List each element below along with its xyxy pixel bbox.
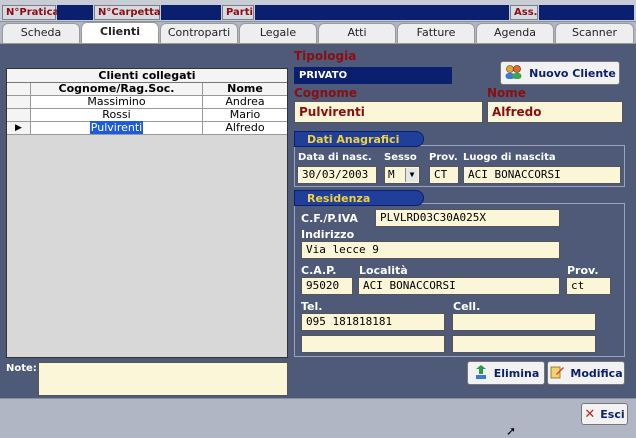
elimina-label: Elimina <box>493 366 540 380</box>
cf-label: C.F./P.IVA <box>301 212 358 225</box>
modifica-button[interactable]: Modifica <box>547 361 625 385</box>
table-row-selected[interactable]: ▶ Pulvirenti Alfredo <box>7 121 287 135</box>
tab-legale[interactable]: Legale <box>239 23 317 43</box>
tel-field[interactable]: 095 181818181 <box>301 313 445 331</box>
pratica-value <box>57 5 93 20</box>
chevron-down-icon[interactable]: ▼ <box>405 168 418 182</box>
cap-field[interactable]: 95020 <box>301 277 353 295</box>
cell-label: Cell. <box>453 300 481 313</box>
parti-label: Parti <box>222 5 254 20</box>
note-label: Note: <box>6 363 37 374</box>
header-bar: N°Pratica N°Carpetta Parti Ass. <box>0 0 636 22</box>
esci-label: Esci <box>600 407 625 421</box>
localita-field[interactable]: ACI BONACCORSI <box>358 277 560 295</box>
cell-field[interactable] <box>452 313 596 331</box>
luogo-nascita-field[interactable]: ACI BONACCORSI <box>463 166 621 184</box>
prov-nascita-label: Prov. <box>429 152 458 163</box>
table-caption: Clienti collegati <box>7 69 287 83</box>
tab-agenda[interactable]: Agenda <box>476 23 554 43</box>
column-header-nome[interactable]: Nome <box>203 83 287 95</box>
nuovo-cliente-button[interactable]: Nuovo Cliente <box>500 61 620 85</box>
pratica-label: N°Pratica <box>2 5 59 20</box>
note-textarea[interactable] <box>38 362 288 396</box>
tab-scanner[interactable]: Scanner <box>555 23 634 43</box>
tab-bar: Scheda Clienti Controparti Legale Atti F… <box>0 22 636 44</box>
data-nasc-label: Data di nasc. <box>298 152 372 163</box>
tab-atti[interactable]: Atti <box>318 23 396 43</box>
dati-anagrafici-title: Dati Anagrafici <box>294 131 424 147</box>
cell-nome[interactable]: Andrea <box>203 96 287 108</box>
carpetta-value <box>161 5 221 20</box>
tipologia-label: Tipologia <box>294 49 357 63</box>
column-header-cognome[interactable]: Cognome/Rag.Soc. <box>31 83 203 95</box>
recycle-icon <box>473 364 489 383</box>
ass-value <box>539 5 634 20</box>
parti-value <box>255 5 509 20</box>
footer-bar <box>0 398 636 432</box>
nome-label: Nome <box>487 86 526 100</box>
cell-cognome[interactable]: Pulvirenti <box>31 121 203 134</box>
cell-cognome[interactable]: Rossi <box>31 109 203 121</box>
sesso-label: Sesso <box>384 152 417 163</box>
prov-residenza-field[interactable]: ct <box>566 277 611 295</box>
edit-icon <box>549 364 565 383</box>
row-selector[interactable] <box>7 109 31 121</box>
data-nasc-field[interactable]: 30/03/2003 <box>297 166 377 184</box>
localita-label: Località <box>359 264 408 277</box>
users-icon <box>504 64 524 83</box>
nuovo-cliente-label: Nuovo Cliente <box>529 66 616 80</box>
tipologia-select[interactable]: PRIVATO <box>294 67 452 84</box>
esci-button[interactable]: ✕ Esci <box>581 403 628 425</box>
indirizzo-field[interactable]: Via lecce 9 <box>301 241 560 259</box>
tab-clienti[interactable]: Clienti <box>81 22 159 44</box>
indirizzo-label: Indirizzo <box>301 228 355 241</box>
selected-cell-text[interactable]: Pulvirenti <box>89 121 144 134</box>
clients-table: Clienti collegati Cognome/Rag.Soc. Nome … <box>6 68 288 358</box>
nome-field[interactable]: Alfredo <box>487 101 623 123</box>
tab-scheda[interactable]: Scheda <box>2 23 80 43</box>
tel2-field[interactable] <box>301 335 445 353</box>
modifica-label: Modifica <box>570 366 623 380</box>
cell-cognome[interactable]: Massimino <box>31 96 203 108</box>
tel-label: Tel. <box>301 300 323 313</box>
prov-residenza-label: Prov. <box>567 264 599 277</box>
sesso-select[interactable]: M ▼ <box>384 166 420 184</box>
row-pointer-icon[interactable]: ▶ <box>7 122 31 134</box>
residenza-title: Residenza <box>294 190 424 206</box>
cognome-label: Cognome <box>294 86 358 100</box>
cap-label: C.A.P. <box>301 264 337 277</box>
cell2-field[interactable] <box>452 335 596 353</box>
cell-nome[interactable]: Mario <box>203 109 287 121</box>
tab-fatture[interactable]: Fatture <box>397 23 475 43</box>
tab-controparti[interactable]: Controparti <box>160 23 238 43</box>
cell-nome[interactable]: Alfredo <box>203 122 287 134</box>
cf-field[interactable]: PLVLRD03C30A025X <box>375 209 560 227</box>
mouse-cursor-icon: ➚ <box>506 424 517 438</box>
sesso-value: M <box>388 168 395 181</box>
row-selector[interactable] <box>7 96 31 108</box>
cognome-field[interactable]: Pulvirenti <box>294 101 483 123</box>
prov-nascita-field[interactable]: CT <box>429 166 459 184</box>
elimina-button[interactable]: Elimina <box>467 361 545 385</box>
carpetta-label: N°Carpetta <box>94 5 161 20</box>
close-icon: ✕ <box>584 406 596 422</box>
luogo-nascita-label: Luogo di nascita <box>463 152 556 163</box>
ass-label: Ass. <box>510 5 538 20</box>
